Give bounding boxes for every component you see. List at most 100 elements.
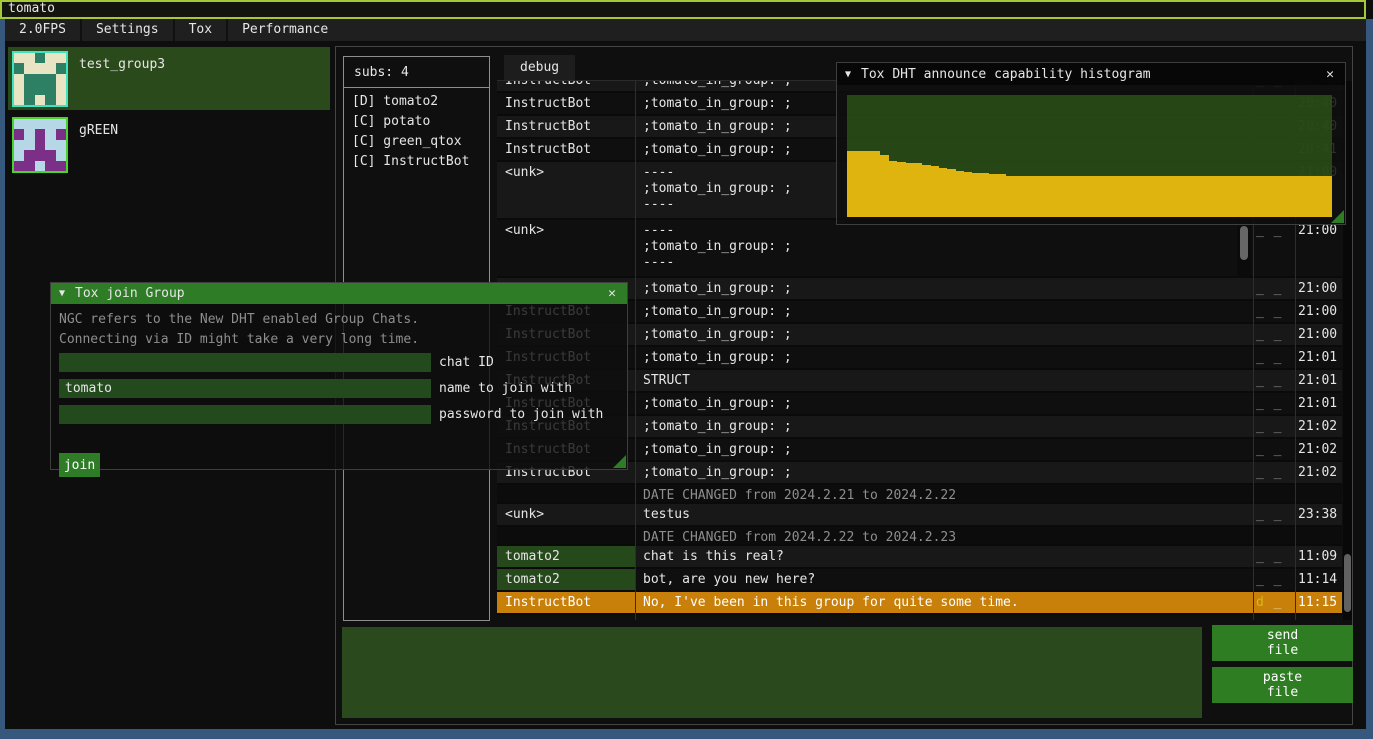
message-text: ;tomato_in_group: ; <box>637 278 1251 297</box>
message-input[interactable] <box>342 627 1202 718</box>
delivery-markers: _ _ <box>1256 462 1294 481</box>
join-window-titlebar[interactable]: ▼ Tox join Group ✕ <box>51 283 627 304</box>
date-divider-row[interactable]: DATE CHANGED from 2024.2.21 to 2024.2.22 <box>497 485 1342 504</box>
chat-message-row[interactable]: InstructBotNo, I've been in this group f… <box>497 592 1342 615</box>
chat-message-row[interactable]: tomato2bot, are you new here?_ _11:14 <box>497 569 1342 592</box>
timestamp: 21:00 <box>1298 324 1342 343</box>
sidebar-item-test-group3[interactable]: test_group3 <box>8 47 330 110</box>
delivery-markers: _ _ <box>1256 347 1294 366</box>
member-list: [D] tomato2[C] potato[C] green_qtox[C] I… <box>344 92 489 172</box>
timestamp: 21:01 <box>1298 370 1342 389</box>
message-text: ;tomato_in_group: ; <box>637 439 1251 458</box>
menu-item-performance[interactable]: Performance <box>228 19 342 41</box>
member-list-item[interactable]: [C] InstructBot <box>344 152 489 172</box>
join-name-label: name to join with <box>439 381 572 396</box>
join-window-body: NGC refers to the New DHT enabled Group … <box>51 304 627 469</box>
message-text: ;tomato_in_group: ; <box>637 301 1251 320</box>
resize-grip[interactable] <box>1331 210 1344 223</box>
send-file-button[interactable]: send file <box>1212 625 1353 661</box>
delivery-markers: _ _ <box>1256 546 1294 565</box>
message-text: ;tomato_in_group: ; <box>637 462 1251 481</box>
chat-message-row[interactable]: <unk>testus _ _23:38 <box>497 504 1342 527</box>
window-frame-bottom <box>0 729 1373 739</box>
chat-message-row[interactable]: <unk>---- ;tomato_in_group: ; ----_ _21:… <box>497 220 1342 278</box>
resize-grip[interactable] <box>613 455 626 468</box>
separator <box>344 87 489 88</box>
message-text: ;tomato_in_group: ; <box>637 324 1251 343</box>
group-name: test_group3 <box>79 57 165 72</box>
sender-name: InstructBot <box>497 116 635 137</box>
menu-item-tox[interactable]: Tox <box>175 19 226 41</box>
window-title: tomato <box>8 1 55 16</box>
close-icon[interactable]: ✕ <box>605 286 619 301</box>
os-titlebar[interactable]: tomato <box>0 0 1366 19</box>
date-changed-text: DATE CHANGED from 2024.2.21 to 2024.2.22 <box>637 485 1251 504</box>
group-avatar <box>12 51 68 107</box>
join-password-label: password to join with <box>439 407 603 422</box>
group-avatar <box>12 117 68 173</box>
message-cell-scrollbar-thumb[interactable] <box>1240 226 1248 260</box>
join-group-window: ▼ Tox join Group ✕ NGC refers to the New… <box>50 282 628 470</box>
join-window-title: Tox join Group <box>75 286 185 301</box>
collapse-arrow-icon[interactable]: ▼ <box>59 288 65 299</box>
message-text: ---- ;tomato_in_group: ; ---- <box>637 220 1251 271</box>
message-cell-scrollbar[interactable] <box>1237 220 1251 276</box>
delivery-markers: _ _ <box>1256 301 1294 320</box>
sender-name: InstructBot <box>497 93 635 114</box>
chat-message-row[interactable]: tomato2chat is this real? _ _11:09 <box>497 546 1342 569</box>
delivery-markers: _ _ <box>1256 393 1294 412</box>
member-list-item[interactable]: [D] tomato2 <box>344 92 489 112</box>
sender-name: tomato2 <box>497 546 635 567</box>
chat-id-input[interactable] <box>59 353 431 372</box>
tab-debug[interactable]: debug <box>504 55 575 80</box>
date-divider-row[interactable]: DATE CHANGED from 2024.2.22 to 2024.2.23 <box>497 527 1342 546</box>
delivery-markers: _ _ <box>1256 278 1294 297</box>
subs-count-label: subs: 4 <box>344 57 489 80</box>
menubar: 2.0FPS SettingsToxPerformance <box>5 19 1366 41</box>
menu-item-settings[interactable]: Settings <box>82 19 173 41</box>
column-divider <box>635 81 636 620</box>
paste-file-button[interactable]: paste file <box>1212 667 1353 703</box>
sender-name: <unk> <box>497 162 635 218</box>
timestamp: 21:02 <box>1298 439 1342 458</box>
delivery-markers: _ _ <box>1256 504 1294 523</box>
join-button[interactable]: join <box>59 453 100 477</box>
histogram-window: ▼ Tox DHT announce capability histogram … <box>836 62 1346 225</box>
message-text: ;tomato_in_group: ; <box>637 416 1251 435</box>
message-text: testus <box>637 504 1251 523</box>
join-hint-line2: Connecting via ID might take a very long… <box>59 332 419 347</box>
chat-scrollbar-thumb[interactable] <box>1344 554 1351 612</box>
timestamp: 11:14 <box>1298 569 1342 588</box>
delivery-markers: _ _ <box>1256 569 1294 588</box>
sender-name: <unk> <box>497 504 635 525</box>
sender-name: <unk> <box>497 220 635 276</box>
member-list-item[interactable]: [C] green_qtox <box>344 132 489 152</box>
collapse-arrow-icon[interactable]: ▼ <box>845 69 851 80</box>
message-text: No, I've been in this group for quite so… <box>637 592 1251 611</box>
sidebar-item-green[interactable]: gREEN <box>8 113 330 172</box>
member-list-item[interactable]: [C] potato <box>344 112 489 132</box>
delivery-markers: _ _ <box>1256 439 1294 458</box>
histogram-window-titlebar[interactable]: ▼ Tox DHT announce capability histogram … <box>837 63 1345 85</box>
sender-name: InstructBot <box>497 81 635 91</box>
timestamp: 23:38 <box>1298 504 1342 523</box>
timestamp: 21:02 <box>1298 462 1342 481</box>
histogram-window-body <box>837 85 1345 224</box>
delivery-markers: d _ <box>1256 592 1294 611</box>
histogram-plot <box>847 95 1332 217</box>
sender-name: tomato2 <box>497 569 635 590</box>
fps-indicator: 2.0FPS <box>5 19 80 41</box>
timestamp: 21:01 <box>1298 347 1342 366</box>
window-frame-right <box>1366 19 1373 729</box>
join-name-input[interactable] <box>59 379 431 398</box>
date-changed-text: DATE CHANGED from 2024.2.22 to 2024.2.23 <box>637 527 1251 546</box>
join-password-input[interactable] <box>59 405 431 424</box>
close-icon[interactable]: ✕ <box>1323 67 1337 82</box>
timestamp: 21:02 <box>1298 416 1342 435</box>
message-text: STRUCT <box>637 370 1251 389</box>
message-text: chat is this real? <box>637 546 1251 565</box>
message-text: ;tomato_in_group: ; <box>637 347 1251 366</box>
timestamp: 11:09 <box>1298 546 1342 565</box>
sender-name: InstructBot <box>497 592 635 613</box>
chat-id-label: chat ID <box>439 355 494 370</box>
